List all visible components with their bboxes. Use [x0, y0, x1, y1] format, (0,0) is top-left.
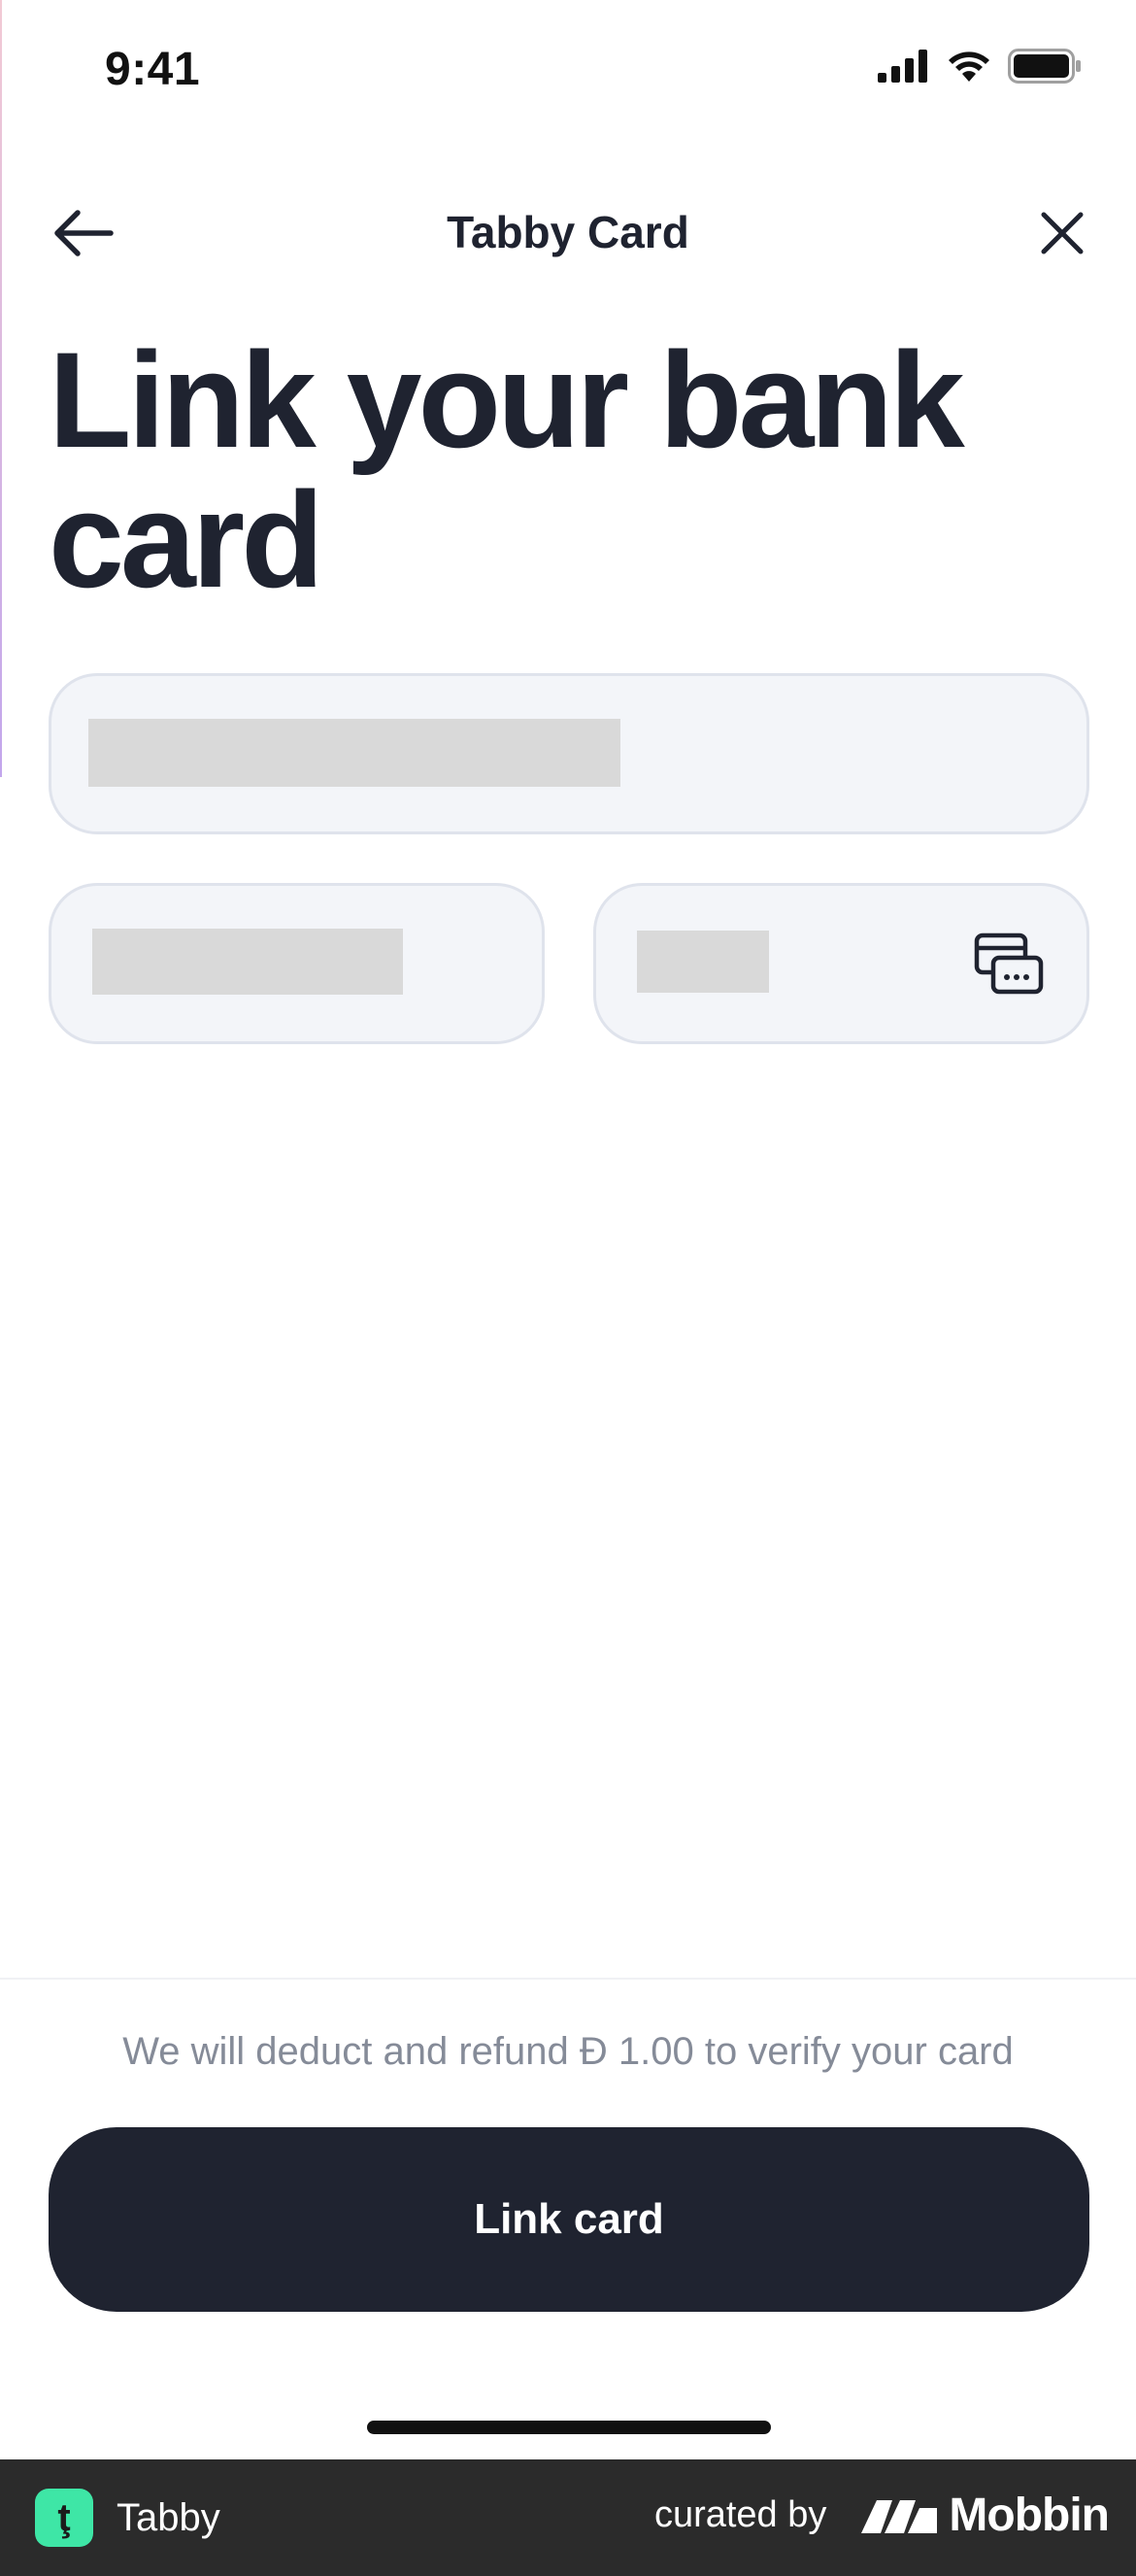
- curator-attribution: curated by Mobbin: [653, 2489, 1110, 2542]
- verification-note: We will deduct and refund Đ 1.00 to veri…: [122, 2030, 1014, 2073]
- nav-bar: Tabby Card: [0, 175, 1136, 291]
- app-attribution: ţ Tabby: [35, 2489, 220, 2547]
- nav-title: Tabby Card: [447, 207, 689, 257]
- curated-by-label: curated by: [653, 2494, 827, 2535]
- footer-divider: [0, 1978, 1136, 1980]
- page-title: Link your bank card: [49, 323, 965, 616]
- wifi-icon: [949, 51, 989, 82]
- app-name: Tabby: [117, 2495, 220, 2539]
- battery-icon: [1008, 49, 1081, 84]
- card-number-field[interactable]: [49, 673, 1089, 834]
- mobbin-brand: Mobbin: [859, 2489, 1110, 2542]
- signal-icon: [878, 50, 927, 83]
- link-card-button[interactable]: Link card: [49, 2127, 1089, 2312]
- cvv-field[interactable]: [593, 883, 1089, 1044]
- brand-bar: ţ Tabby curated by Mobbin: [0, 2459, 1136, 2576]
- close-button[interactable]: [1031, 202, 1093, 264]
- mobbin-logo-icon: [861, 2499, 938, 2533]
- cvv-redacted: [637, 931, 769, 993]
- expiry-field[interactable]: [49, 883, 545, 1044]
- close-icon: [1041, 212, 1084, 254]
- status-time: 9:41: [105, 44, 201, 95]
- card-cvv-icon: [974, 932, 1044, 995]
- status-bar: 9:41: [0, 0, 1136, 146]
- card-number-redacted: [88, 719, 620, 787]
- expiry-redacted: [92, 929, 403, 995]
- status-icons: [878, 49, 1082, 84]
- tabby-logo-icon: ţ: [35, 2489, 93, 2547]
- mobbin-wordmark: Mobbin: [949, 2490, 1110, 2541]
- home-indicator: [367, 2421, 771, 2434]
